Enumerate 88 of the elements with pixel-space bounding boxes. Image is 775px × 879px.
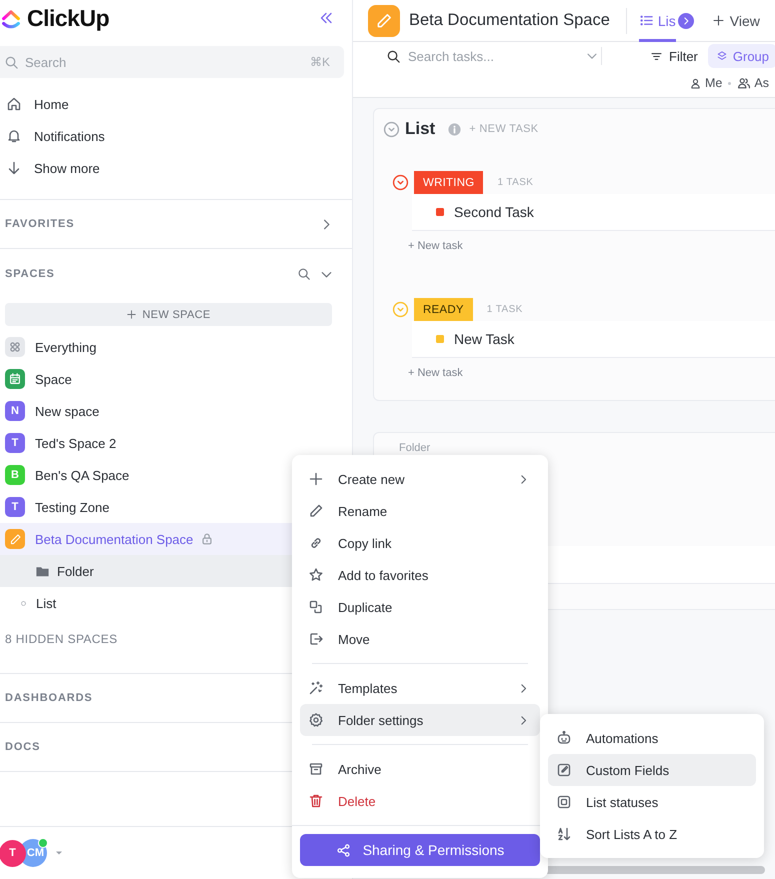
bell-icon [6,128,22,144]
section-title: DOCS [5,741,40,753]
task-count: 1 TASK [497,177,534,188]
pencil-icon [308,503,324,519]
new-task-link[interactable]: + New task [408,240,463,252]
share-button[interactable]: Sharing & Permissions [300,834,540,866]
sort-icon [556,826,572,842]
menu-item[interactable]: Move [300,623,540,655]
avatar[interactable]: T [0,840,26,866]
add-view-button[interactable]: View [706,12,766,30]
assignees-button[interactable]: As [737,76,769,90]
me-filter-button[interactable]: Me [689,76,722,90]
menu-item[interactable]: Duplicate [300,591,540,623]
list-title: List [405,119,436,139]
new-task-link[interactable]: + New task [408,367,463,379]
dotted-circle-icon [19,598,28,608]
pencil-icon [8,532,22,546]
share-icon [336,842,351,858]
space-badge: N [5,401,25,421]
chevron-circle-icon [392,301,409,318]
chevron-circle-icon [392,174,409,191]
status-square-icon [436,208,444,216]
filter-button[interactable]: Filter [650,48,698,64]
search-icon [4,54,19,70]
space-badge: B [5,465,25,485]
section-title: DASHBOARDS [5,692,93,704]
page-title: Beta Documentation Space [409,11,610,30]
arrow-down-icon [6,160,22,176]
group-by-button[interactable]: Group [708,44,775,68]
menu-item[interactable]: Create new [300,463,540,495]
status-badge: READY [414,298,473,321]
exit-arrow-icon [308,631,324,647]
task-row[interactable]: New Task [412,321,775,358]
search-input[interactable]: Search [25,46,304,78]
nav-item[interactable]: Show more [0,152,352,184]
settings-icon [308,712,324,728]
space-item[interactable]: Space [0,363,352,395]
layers-icon [716,50,728,62]
trash-icon [308,793,324,809]
star-icon [308,567,324,583]
section-title: SPACES [5,268,55,280]
section-title: FAVORITES [5,218,74,230]
list-icon [638,13,654,28]
nav-item[interactable]: Home [0,88,352,120]
shortcut-hint: ⌘K [310,55,330,69]
scroll-tabs-button[interactable] [678,12,694,28]
plus-icon [308,471,324,487]
plus-icon [712,14,725,27]
sparkle-icon [308,680,324,696]
info-icon [447,122,462,136]
space-item[interactable]: N New space [0,395,352,427]
collapse-button[interactable] [318,10,334,26]
online-dot [38,838,48,848]
hidden-spaces-label[interactable]: 8 HIDDEN SPACES [5,632,118,646]
menu-item[interactable]: Folder settings [300,704,540,736]
new-space-button[interactable]: NEW SPACE [5,303,332,326]
status-square-icon [436,335,444,343]
folder-title: Folder [399,442,432,454]
menu-item[interactable]: Automations [548,722,756,754]
logo-text: ClickUp [27,4,110,32]
plus-icon [126,309,138,320]
menu-item[interactable]: Custom Fields [548,754,756,786]
menu-item[interactable]: Delete [300,785,540,817]
section-header[interactable]: FAVORITES [0,199,352,248]
space-badge: T [5,433,25,453]
task-count: 1 TASK [486,304,523,315]
archive-box-icon [308,761,324,777]
edit-icon [556,762,572,778]
menu-item[interactable]: Sort Lists A to Z [548,818,756,850]
square-icon [556,794,572,810]
section-header[interactable]: SPACES [0,248,352,299]
menu-item[interactable]: List statuses [548,786,756,818]
double-chevron-left-icon [318,10,334,26]
search-icon [386,48,401,64]
space-item[interactable]: Everything [0,331,352,363]
copy-icon [308,599,324,615]
pencil-icon [375,12,393,30]
collapse-button[interactable] [383,120,400,138]
status-badge: WRITING [414,171,484,194]
users-icon [737,76,752,90]
search-icon [297,266,311,280]
chevron-circle-icon [383,120,400,138]
nav-item[interactable]: Notifications [0,120,352,152]
robot-icon [556,730,572,746]
task-row[interactable]: Second Task [412,194,775,231]
home-icon [6,96,22,112]
user-icon [689,76,702,90]
space-badge: T [5,497,25,517]
